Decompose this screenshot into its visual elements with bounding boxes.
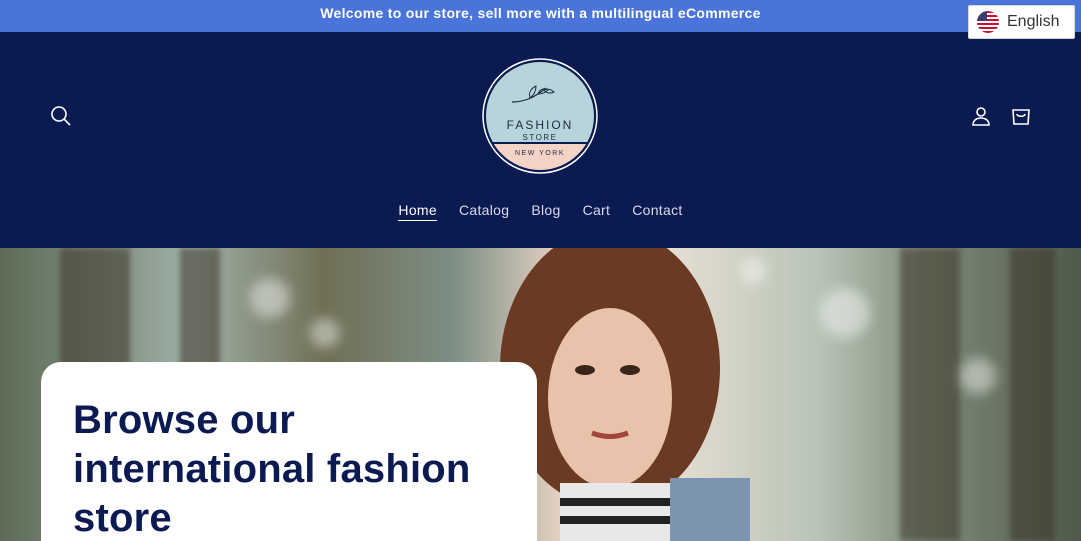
user-icon[interactable]: [968, 103, 994, 129]
cart-icon[interactable]: [1008, 103, 1034, 129]
nav-catalog[interactable]: Catalog: [459, 202, 509, 221]
nav-home[interactable]: Home: [398, 202, 437, 221]
logo-text-fashion: FASHION: [506, 118, 574, 132]
announcement-text: Welcome to our store, sell more with a m…: [320, 5, 761, 21]
site-header: FASHION STORE NEW YORK Home Catalog Blog…: [0, 32, 1081, 248]
logo-text-store: STORE: [522, 133, 558, 142]
hero-card: Browse our international fashion store: [41, 362, 537, 541]
nav-cart[interactable]: Cart: [583, 202, 611, 221]
language-label: English: [1007, 13, 1060, 30]
logo-text-newyork: NEW YORK: [515, 150, 565, 157]
language-selector[interactable]: English: [968, 5, 1075, 39]
search-icon[interactable]: [48, 103, 74, 129]
announcement-bar: Welcome to our store, sell more with a m…: [0, 0, 1081, 32]
hero-title: Browse our international fashion store: [73, 398, 471, 540]
nav-blog[interactable]: Blog: [531, 202, 560, 221]
us-flag-icon: [977, 11, 999, 33]
main-nav: Home Catalog Blog Cart Contact: [0, 202, 1081, 221]
nav-contact[interactable]: Contact: [632, 202, 682, 221]
